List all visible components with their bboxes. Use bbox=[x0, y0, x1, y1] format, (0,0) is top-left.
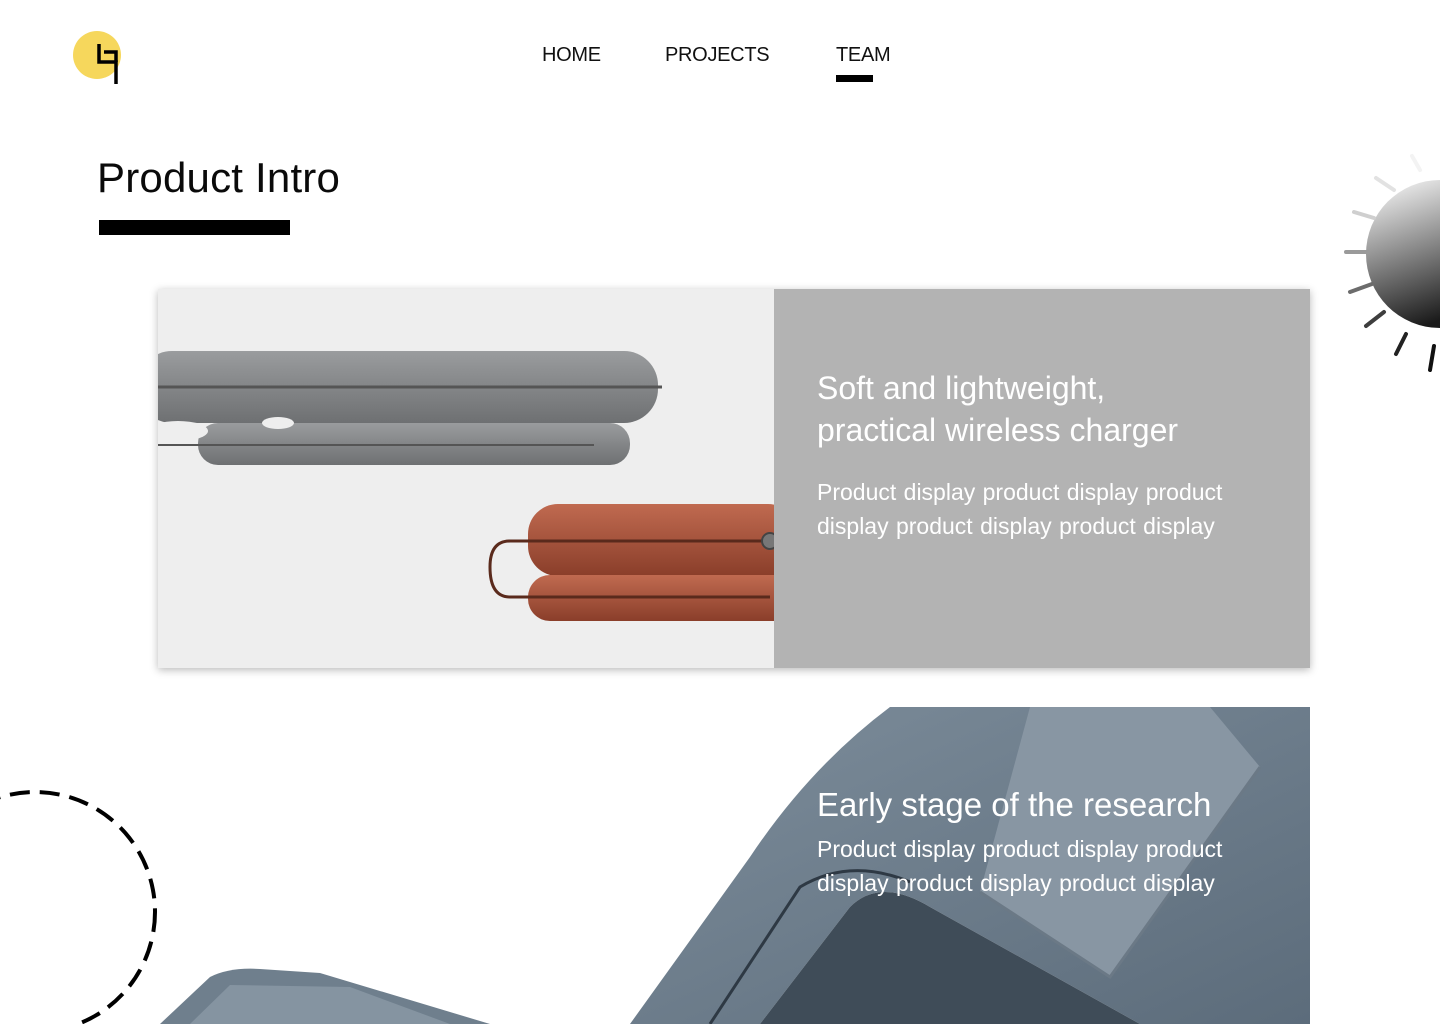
card-description: Product display product display product … bbox=[817, 479, 1223, 539]
product-image bbox=[158, 289, 798, 668]
main-nav: HOME PROJECTS TEAM bbox=[0, 44, 1440, 88]
page-title: Product Intro bbox=[97, 154, 341, 201]
product-info-panel: Soft and lightweight, practical wireless… bbox=[774, 289, 1310, 668]
sun-decoration-icon bbox=[1340, 148, 1440, 380]
nav-item-projects[interactable]: PROJECTS bbox=[665, 44, 770, 67]
research-description: Product display product display product … bbox=[817, 836, 1223, 896]
title-underline bbox=[99, 220, 290, 235]
product-card[interactable]: Soft and lightweight, practical wireless… bbox=[158, 289, 1310, 668]
research-title: Early stage of the research bbox=[817, 786, 1212, 823]
nav-item-home[interactable]: HOME bbox=[542, 44, 601, 67]
nav-active-indicator bbox=[836, 75, 873, 82]
dashed-circle-decoration-icon bbox=[0, 790, 170, 1024]
page: HOME PROJECTS TEAM Product Intro Soft an… bbox=[0, 0, 1440, 1024]
card-title: Soft and lightweight, practical wireless… bbox=[817, 367, 1287, 451]
nav-item-team[interactable]: TEAM bbox=[836, 44, 891, 67]
card-title-line-1: Soft and lightweight, bbox=[817, 370, 1106, 406]
card-title-line-2: practical wireless charger bbox=[817, 412, 1179, 448]
